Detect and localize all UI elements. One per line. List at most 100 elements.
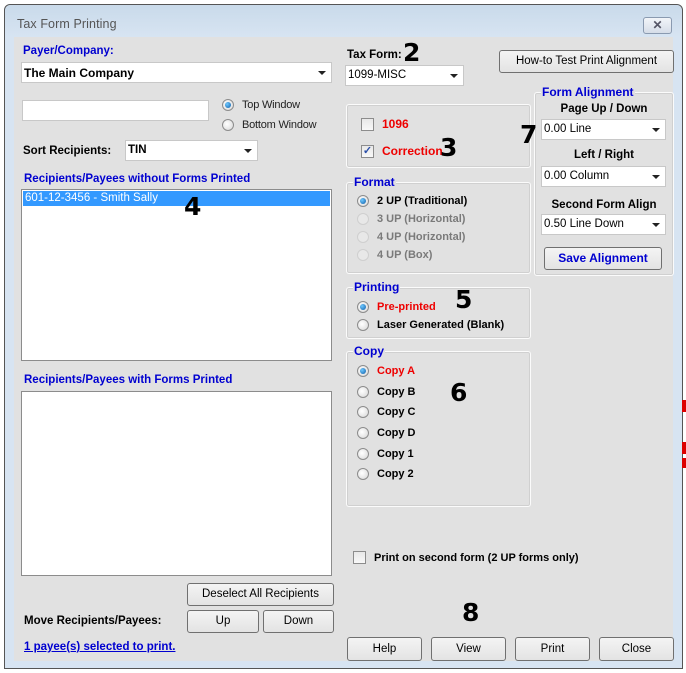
close-button[interactable]: Close (599, 637, 674, 661)
print-button[interactable]: Print (515, 637, 590, 661)
chevron-down-icon (244, 149, 252, 153)
correction-checkbox[interactable]: ✓ Correction (361, 144, 443, 158)
unprinted-recipients-list[interactable]: 601-12-3456 - Smith Sally (21, 189, 332, 361)
tax-form-select[interactable]: 1099-MISC (345, 65, 464, 86)
printing-group: Printing Pre-printed Laser Generated (Bl… (346, 280, 531, 339)
left-right-value: 0.00 Column (544, 170, 610, 182)
left-right-label: Left / Right (573, 149, 635, 161)
format-4up-horizontal-radio: 4 UP (Horizontal) (357, 231, 465, 243)
printing-title: Printing (353, 280, 401, 294)
copy-d-radio[interactable]: Copy D (357, 427, 416, 439)
page-up-down-value: 0.00 Line (544, 123, 592, 135)
printed-list-label: Recipients/Payees with Forms Printed (24, 374, 233, 386)
radio-icon (357, 231, 369, 243)
copy-c-radio[interactable]: Copy C (357, 406, 416, 418)
tax-form-label: Tax Form: (347, 49, 402, 61)
dialog-body: Payer/Company: The Main Company Top Wind… (14, 37, 674, 661)
callout-7: 7 (520, 120, 538, 149)
top-window-radio[interactable]: Top Window (222, 99, 300, 111)
form-alignment-title: Form Alignment (541, 85, 635, 99)
selected-count-link[interactable]: 1 payee(s) selected to print. (24, 641, 175, 653)
copy-group: Copy Copy A Copy B Copy C Copy D Copy 1 (346, 344, 531, 507)
radio-selected-icon (357, 195, 369, 207)
copy-2-radio[interactable]: Copy 2 (357, 468, 414, 480)
window-title: Tax Form Printing (17, 17, 117, 31)
preprinted-radio[interactable]: Pre-printed (357, 301, 436, 313)
move-up-button[interactable]: Up (187, 610, 259, 633)
radio-icon (222, 119, 234, 131)
second-form-align-select[interactable]: 0.50 Line Down (541, 214, 666, 235)
radio-icon (357, 448, 369, 460)
chevron-down-icon (652, 128, 660, 132)
sort-value: TIN (128, 144, 147, 156)
sort-label: Sort Recipients: (23, 145, 112, 157)
form-options-group: 1096 ✓ Correction (346, 104, 531, 168)
payer-value: The Main Company (24, 66, 135, 80)
chevron-down-icon (450, 74, 458, 78)
format-4up-box-radio: 4 UP (Box) (357, 249, 432, 261)
radio-selected-icon (357, 365, 369, 377)
radio-selected-icon (222, 99, 234, 111)
tax-form-printing-window: Tax Form Printing ✕ Payer/Company: The M… (4, 4, 683, 669)
form1096-checkbox[interactable]: 1096 (361, 117, 409, 131)
checkbox-icon (361, 117, 374, 131)
move-recipients-label: Move Recipients/Payees: (24, 615, 162, 627)
search-input[interactable] (22, 100, 209, 121)
copy-b-radio[interactable]: Copy B (357, 386, 416, 398)
background-edge-mark (682, 458, 686, 468)
deselect-all-button[interactable]: Deselect All Recipients (187, 583, 334, 606)
bottom-window-radio[interactable]: Bottom Window (222, 119, 317, 131)
unprinted-list-label: Recipients/Payees without Forms Printed (24, 173, 251, 185)
list-item[interactable]: 601-12-3456 - Smith Sally (23, 191, 330, 206)
format-2up-radio[interactable]: 2 UP (Traditional) (357, 195, 467, 207)
chevron-down-icon (652, 223, 660, 227)
left-right-select[interactable]: 0.00 Column (541, 166, 666, 187)
callout-6: 6 (450, 378, 468, 407)
sort-select[interactable]: TIN (125, 140, 258, 161)
form-alignment-group: Form Alignment Page Up / Down 0.00 Line … (534, 85, 674, 276)
checkbox-icon (353, 551, 366, 564)
radio-icon (357, 213, 369, 225)
callout-4: 4 (184, 192, 202, 221)
title-bar[interactable]: Tax Form Printing ✕ (5, 5, 682, 37)
tax-form-value: 1099-MISC (348, 69, 407, 81)
radio-icon (357, 427, 369, 439)
payer-label: Payer/Company: (23, 45, 114, 57)
chevron-down-icon (318, 71, 326, 75)
help-button[interactable]: Help (347, 637, 422, 661)
radio-icon (357, 386, 369, 398)
radio-icon (357, 406, 369, 418)
checkmark-icon: ✓ (361, 144, 374, 158)
second-form-align-value: 0.50 Line Down (544, 218, 624, 230)
printed-recipients-list[interactable] (21, 391, 332, 576)
save-alignment-button[interactable]: Save Alignment (544, 247, 662, 270)
laser-generated-radio[interactable]: Laser Generated (Blank) (357, 319, 504, 331)
radio-icon (357, 468, 369, 480)
radio-icon (357, 319, 369, 331)
howto-test-print-button[interactable]: How-to Test Print Alignment (499, 50, 674, 73)
format-group: Format 2 UP (Traditional) 3 UP (Horizont… (346, 175, 531, 274)
move-down-button[interactable]: Down (263, 610, 334, 633)
copy-a-radio[interactable]: Copy A (357, 365, 415, 377)
radio-selected-icon (357, 301, 369, 313)
copy-1-radio[interactable]: Copy 1 (357, 448, 414, 460)
callout-2: 2 (403, 38, 421, 67)
page-up-down-label: Page Up / Down (560, 103, 648, 115)
background-edge-mark (682, 442, 686, 454)
close-x-icon: ✕ (652, 18, 663, 32)
view-button[interactable]: View (431, 637, 506, 661)
second-form-align-label: Second Form Align (551, 199, 657, 211)
callout-5: 5 (455, 285, 473, 314)
callout-3: 3 (440, 133, 458, 162)
close-window-button[interactable]: ✕ (643, 17, 672, 34)
callout-8: 8 (462, 598, 480, 627)
chevron-down-icon (652, 175, 660, 179)
radio-icon (357, 249, 369, 261)
background-edge-mark (682, 400, 686, 412)
print-second-form-checkbox[interactable]: Print on second form (2 UP forms only) (353, 551, 579, 564)
format-3up-radio: 3 UP (Horizontal) (357, 213, 465, 225)
format-title: Format (353, 175, 396, 189)
copy-title: Copy (353, 344, 385, 358)
payer-select[interactable]: The Main Company (21, 62, 332, 83)
page-up-down-select[interactable]: 0.00 Line (541, 119, 666, 140)
